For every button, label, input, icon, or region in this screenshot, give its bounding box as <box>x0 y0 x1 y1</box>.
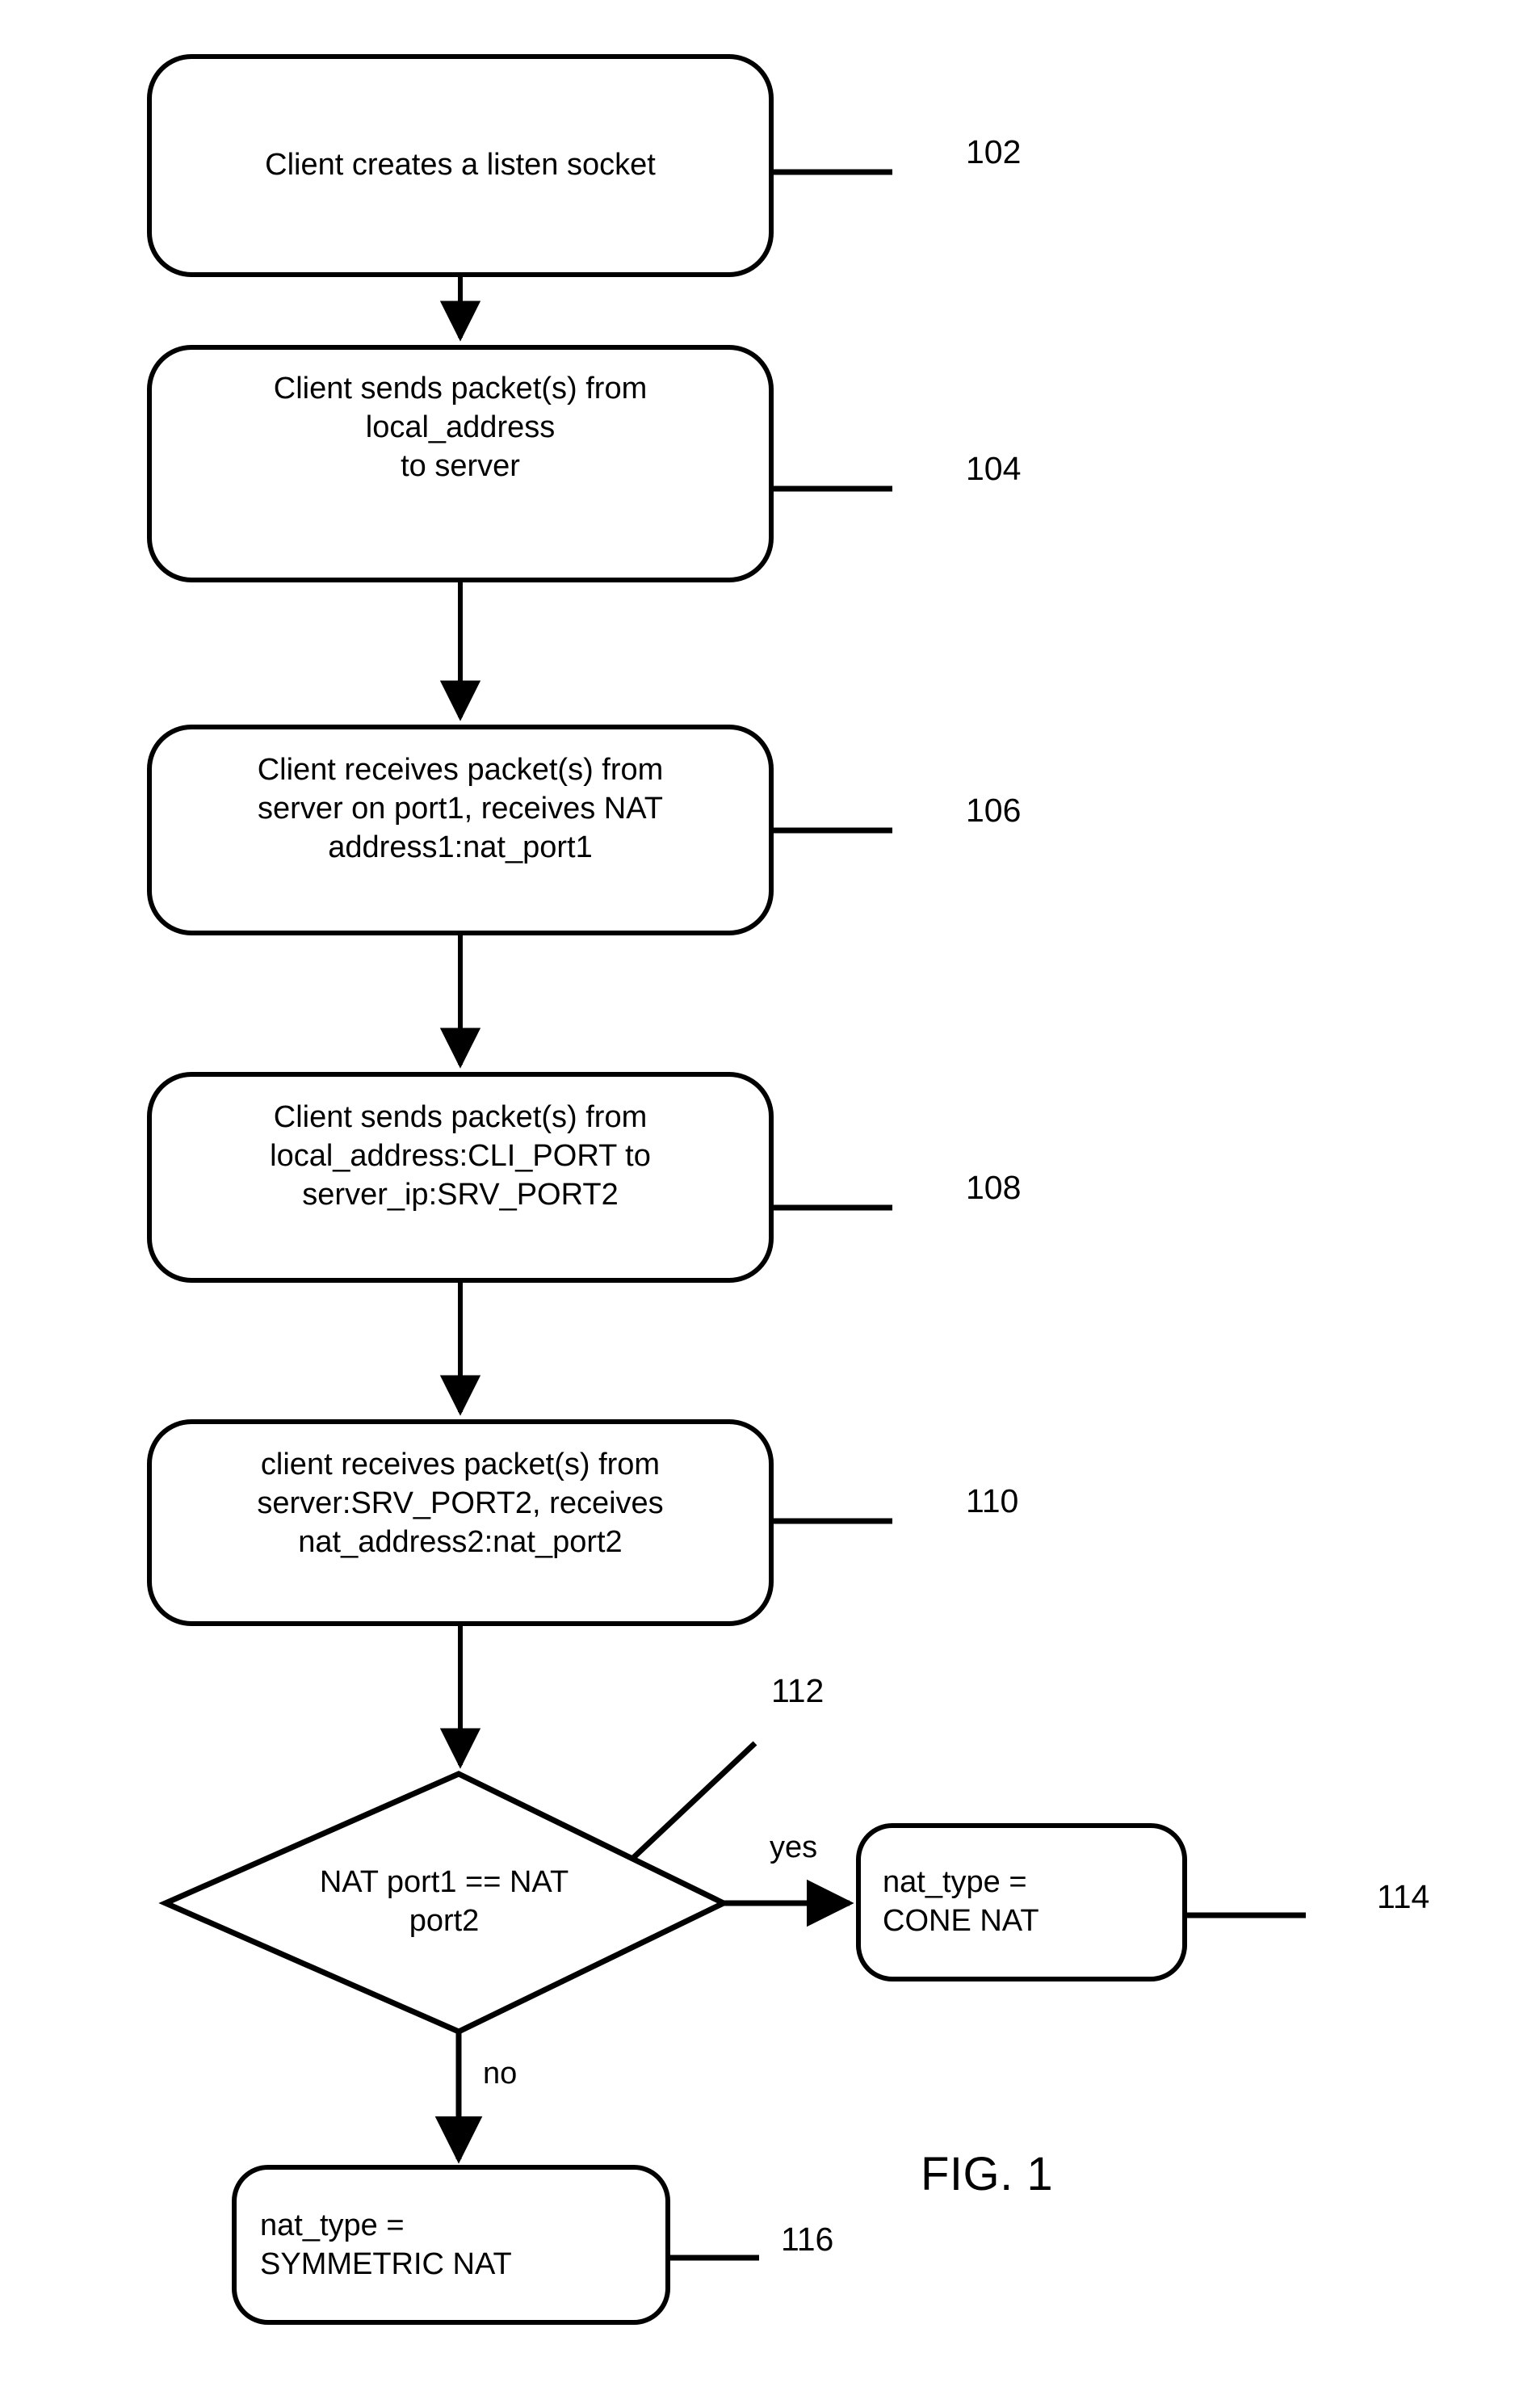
node-shape-108 <box>147 1072 774 1283</box>
node-shape-106 <box>147 725 774 935</box>
node-shape-110 <box>147 1419 774 1626</box>
patent-figure: Client creates a listen socket Client se… <box>0 0 1540 2408</box>
node-shape-112 <box>158 1771 731 2035</box>
flowchart-canvas <box>147 54 1306 2325</box>
node-shape-104 <box>147 345 774 582</box>
reference-numeral-116: 116 <box>781 2221 834 2258</box>
edge-label-yes: yes <box>770 1830 818 1864</box>
reference-numeral-102: 102 <box>966 133 1022 170</box>
node-shape-114 <box>856 1823 1187 1981</box>
node-shape-102 <box>147 54 774 277</box>
figure-caption: FIG. 1 <box>921 2148 1054 2200</box>
reference-numeral-114: 114 <box>1377 1878 1430 1915</box>
node-shape-116 <box>232 2165 670 2325</box>
reference-numeral-110: 110 <box>966 1482 1019 1519</box>
reference-numeral-112: 112 <box>771 1672 825 1709</box>
reference-numeral-108: 108 <box>966 1169 1022 1206</box>
leader-line-112 <box>631 1741 757 1860</box>
edge-label-no: no <box>483 2057 518 2091</box>
reference-numeral-104: 104 <box>966 450 1022 487</box>
reference-numeral-106: 106 <box>966 792 1022 829</box>
